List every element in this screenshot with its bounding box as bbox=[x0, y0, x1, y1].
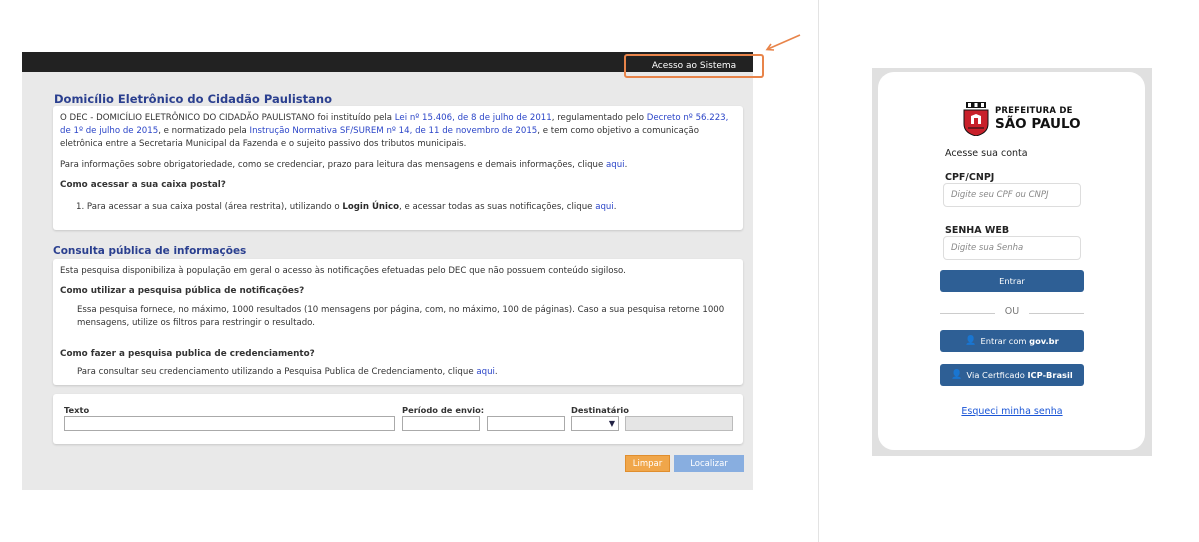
password-label: SENHA WEB bbox=[945, 225, 1010, 236]
text-filter-input[interactable] bbox=[64, 416, 395, 431]
govbr-prefix: Entrar com bbox=[980, 336, 1027, 346]
logo-line-2: SÃO PAULO bbox=[995, 116, 1081, 132]
mailbox-text: 1. Para acessar a sua caixa postal (área… bbox=[76, 202, 343, 212]
intro-card: O DEC - DOMICÍLIO ELETRÔNICO DO CIDADÃO … bbox=[53, 106, 743, 230]
credential-question: Como fazer a pesquisa publica de credenc… bbox=[60, 349, 315, 359]
answer-line: mensagens, utilize os filtros para restr… bbox=[77, 318, 316, 328]
recipient-select[interactable]: ▼ bbox=[571, 416, 619, 431]
decree-link[interactable]: de 1º de julho de 2015 bbox=[60, 126, 158, 136]
prefeitura-logo: PREFEITURA DE SÃO PAULO bbox=[963, 102, 1081, 136]
password-placeholder: Digite sua Senha bbox=[951, 243, 1024, 253]
panel-divider bbox=[818, 0, 819, 542]
period-start-input[interactable] bbox=[402, 416, 480, 431]
forgot-password-link[interactable]: Esqueci minha senha bbox=[940, 406, 1084, 417]
decree-link[interactable]: Decreto nº 56.223, bbox=[647, 113, 729, 123]
login-unico-text: Login Único bbox=[342, 202, 399, 212]
clear-button[interactable]: Limpar bbox=[625, 455, 670, 472]
or-separator: OU bbox=[940, 306, 1084, 320]
dec-page-panel: Acesso ao Sistema Domicílio Eletrônico d… bbox=[22, 52, 764, 490]
enter-button[interactable]: Entrar bbox=[940, 270, 1084, 292]
pointer-arrow-icon bbox=[765, 34, 801, 51]
city-crest-icon bbox=[963, 102, 989, 136]
cpf-input[interactable]: Digite seu CPF ou CNPJ bbox=[943, 183, 1081, 207]
cpf-placeholder: Digite seu CPF ou CNPJ bbox=[951, 190, 1049, 200]
login-heading: Acesse sua conta bbox=[945, 148, 1028, 159]
login-card: PREFEITURA DE SÃO PAULO Acesse sua conta… bbox=[878, 72, 1145, 450]
certificate-login-button[interactable]: 👤 Via Certficado ICP-Brasil bbox=[940, 364, 1084, 386]
period-end-input[interactable] bbox=[487, 416, 565, 431]
intro-paragraph: O DEC - DOMICÍLIO ELETRÔNICO DO CIDADÃO … bbox=[60, 112, 740, 151]
notifications-answer: Essa pesquisa fornece, no máximo, 1000 r… bbox=[77, 304, 741, 330]
intro-text: , regulamentado pelo bbox=[551, 113, 647, 123]
mailbox-here-link[interactable]: aqui bbox=[595, 202, 614, 212]
filter-card: Texto Período de envio: Destinatário ▼ bbox=[53, 394, 743, 444]
credential-here-link[interactable]: aqui bbox=[476, 367, 495, 377]
credential-answer: Para consultar seu credenciamento utiliz… bbox=[77, 367, 498, 377]
intro-text: eletrônica entre a Secretaria Municipal … bbox=[60, 139, 467, 149]
public-query-intro: Esta pesquisa disponibiliza à população … bbox=[60, 266, 626, 276]
recipient-value-field bbox=[625, 416, 733, 431]
period-filter-label: Período de envio: bbox=[402, 405, 485, 415]
user-icon: 👤 bbox=[965, 336, 977, 346]
certificate-brand: ICP-Brasil bbox=[1027, 370, 1073, 380]
or-text: OU bbox=[1004, 306, 1020, 317]
govbr-login-button[interactable]: 👤 Entrar com gov.br bbox=[940, 330, 1084, 352]
intro-text: O DEC - DOMICÍLIO ELETRÔNICO DO CIDADÃO … bbox=[60, 113, 395, 123]
login-panel: PREFEITURA DE SÃO PAULO Acesse sua conta… bbox=[872, 68, 1152, 456]
password-input[interactable]: Digite sua Senha bbox=[943, 236, 1081, 260]
public-query-title: Consulta pública de informações bbox=[53, 245, 247, 257]
certificate-prefix: Via Certficado bbox=[966, 370, 1025, 380]
page-title: Domicílio Eletrônico do Cidadão Paulista… bbox=[54, 92, 332, 106]
instruction-link[interactable]: Instrução Normativa SF/SUREM nº 14, de 1… bbox=[250, 126, 538, 136]
chevron-down-icon: ▼ bbox=[608, 419, 615, 428]
mailbox-instruction: 1. Para acessar a sua caixa postal (área… bbox=[76, 202, 617, 212]
logo-line-1: PREFEITURA DE bbox=[995, 106, 1073, 116]
info-paragraph: Para informações sobre obrigatoriedade, … bbox=[60, 160, 628, 170]
answer-line: Essa pesquisa fornece, no máximo, 1000 r… bbox=[77, 305, 725, 315]
public-query-card: Esta pesquisa disponibiliza à população … bbox=[53, 259, 743, 385]
intro-text: , e tem como objetivo a comunicação bbox=[537, 126, 699, 136]
search-button[interactable]: Localizar bbox=[674, 455, 744, 472]
cpf-label: CPF/CNPJ bbox=[945, 172, 995, 183]
info-text: Para informações sobre obrigatoriedade, … bbox=[60, 160, 606, 170]
text-filter-label: Texto bbox=[64, 405, 90, 415]
law-link[interactable]: Lei nº 15.406, de 8 de julho de 2011 bbox=[395, 113, 552, 123]
user-icon: 👤 bbox=[951, 370, 963, 380]
govbr-brand: gov.br bbox=[1029, 336, 1059, 346]
access-system-button[interactable]: Acesso ao Sistema bbox=[624, 54, 764, 78]
credential-text: Para consultar seu credenciamento utiliz… bbox=[77, 367, 477, 377]
intro-text: , e normatizado pela bbox=[158, 126, 250, 136]
mailbox-text: , e acessar todas as suas notificações, … bbox=[399, 202, 596, 212]
info-here-link[interactable]: aqui bbox=[606, 160, 625, 170]
notifications-question: Como utilizar a pesquisa pública de noti… bbox=[60, 286, 305, 296]
recipient-filter-label: Destinatário bbox=[571, 405, 629, 415]
mailbox-question: Como acessar a sua caixa postal? bbox=[60, 180, 226, 190]
